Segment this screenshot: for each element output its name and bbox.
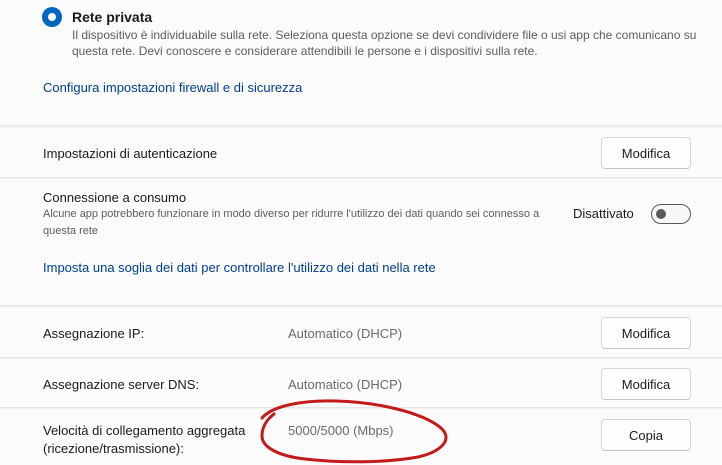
data-limit-link[interactable]: Imposta una soglia dei dati per controll… bbox=[43, 260, 436, 275]
link-speed-label-line2: (ricezione/trasmissione): bbox=[43, 441, 184, 456]
ip-assignment-label: Assegnazione IP: bbox=[43, 326, 145, 341]
ip-assignment-value: Automatico (DHCP) bbox=[288, 326, 403, 341]
ip-assignment-edit-button[interactable]: Modifica bbox=[601, 317, 691, 349]
metered-toggle-state: Disattivato bbox=[573, 206, 634, 221]
authentication-edit-button[interactable]: Modifica bbox=[601, 137, 691, 169]
metered-connection-label: Connessione a consumo bbox=[43, 190, 187, 205]
private-network-description: Il dispositivo è individuabile sulla ret… bbox=[72, 28, 697, 58]
metered-connection-toggle[interactable] bbox=[651, 204, 691, 224]
private-network-title[interactable]: Rete privata bbox=[72, 9, 152, 25]
dns-assignment-value: Automatico (DHCP) bbox=[288, 377, 403, 392]
authentication-label: Impostazioni di autenticazione bbox=[43, 146, 218, 161]
link-speed-row: Velocità di collegamento aggregata (rice… bbox=[0, 409, 722, 465]
dns-assignment-row: Assegnazione server DNS: Automatico (DHC… bbox=[0, 359, 722, 408]
dns-assignment-edit-button[interactable]: Modifica bbox=[601, 368, 691, 400]
metered-connection-description: Alcune app potrebbero funzionare in modo… bbox=[43, 208, 540, 237]
link-speed-label-line1: Velocità di collegamento aggregata bbox=[43, 423, 246, 438]
private-network-radio[interactable] bbox=[42, 7, 62, 27]
firewall-settings-link[interactable]: Configura impostazioni firewall e di sic… bbox=[43, 80, 302, 95]
metered-connection-card: Connessione a consumo Alcune app potrebb… bbox=[0, 179, 722, 306]
dns-assignment-label: Assegnazione server DNS: bbox=[43, 377, 200, 392]
ip-assignment-row: Assegnazione IP: Automatico (DHCP) Modif… bbox=[0, 308, 722, 358]
network-profile-card: Rete privata Il dispositivo è individuab… bbox=[0, 0, 722, 126]
authentication-row: Impostazioni di autenticazione Modifica bbox=[0, 128, 722, 178]
toggle-knob bbox=[656, 209, 666, 219]
link-speed-value: 5000/5000 (Mbps) bbox=[288, 423, 394, 438]
link-speed-copy-button[interactable]: Copia bbox=[601, 419, 691, 451]
